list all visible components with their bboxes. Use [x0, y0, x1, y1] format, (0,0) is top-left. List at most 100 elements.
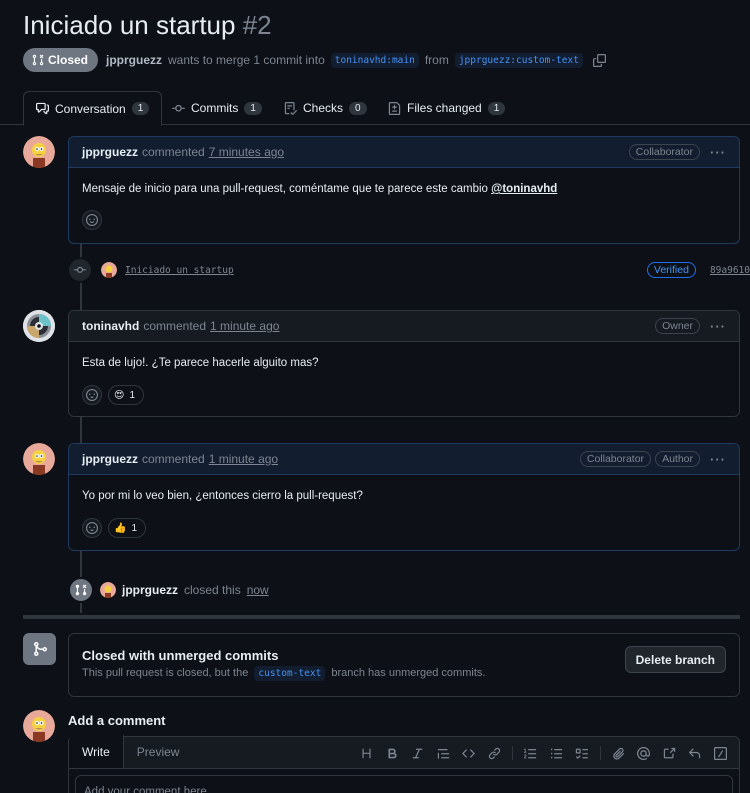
pr-number: #2	[242, 10, 272, 40]
head-branch[interactable]: jpprguezz:custom-text	[454, 52, 583, 68]
reaction-pill[interactable]: 👍 1	[108, 518, 147, 538]
comment-editor: Write Preview Add your comment here...	[68, 735, 740, 793]
commit-icon	[172, 104, 185, 112]
comment-text: Yo por mi lo veo bien, ¿entonces cierro …	[82, 490, 363, 502]
copy-icon[interactable]	[592, 53, 606, 67]
tab-count: 1	[244, 101, 262, 115]
comment-discussion-icon	[36, 102, 49, 115]
comment-author[interactable]: toninavhd	[82, 319, 139, 333]
avatar[interactable]	[100, 582, 116, 598]
tab-write[interactable]: Write	[69, 735, 124, 768]
reaction-count: 1	[131, 522, 138, 534]
code-icon[interactable]	[456, 739, 482, 767]
reaction-pill[interactable]: 😍 1	[108, 385, 144, 405]
verified-badge[interactable]: Verified	[646, 262, 696, 278]
comment-timestamp[interactable]: 1 minute ago	[209, 452, 278, 466]
mention-icon[interactable]	[631, 739, 657, 767]
kebab-menu-icon[interactable]: ···	[710, 145, 726, 160]
owner-badge: Owner	[655, 318, 700, 334]
author-badge: Author	[655, 451, 700, 467]
comment-verb: commented	[143, 319, 207, 333]
comment-text: Mensaje de inicio para una pull-request,…	[82, 183, 488, 195]
ordered-list-icon[interactable]	[518, 739, 544, 767]
comment-header: jpprguezz commented 1 minute ago Collabo…	[69, 444, 739, 475]
comment-header: jpprguezz commented 7 minutes ago Collab…	[69, 137, 739, 168]
add-reaction-icon[interactable]	[82, 210, 102, 230]
comment-timestamp[interactable]: 1 minute ago	[210, 319, 279, 333]
checklist-icon	[284, 101, 297, 115]
file-diff-icon	[388, 101, 401, 115]
tab-label: Conversation	[55, 101, 126, 116]
italic-icon[interactable]	[405, 739, 431, 767]
tab-commits[interactable]: Commits 1	[160, 91, 274, 125]
avatar[interactable]	[23, 443, 55, 475]
collaborator-badge: Collaborator	[579, 451, 652, 467]
avatar[interactable]	[101, 262, 117, 278]
comment-author[interactable]: jpprguezz	[82, 452, 138, 466]
event-time[interactable]: now	[247, 583, 269, 597]
merge-sub-text: This pull request is closed, but the	[82, 667, 249, 679]
pr-title: Iniciado un startup	[23, 10, 236, 40]
tab-label: Files changed	[407, 101, 482, 115]
timeline-divider	[23, 615, 740, 619]
comment-body: Yo por mi lo veo bien, ¿entonces cierro …	[69, 475, 739, 505]
tab-preview[interactable]: Preview	[124, 736, 193, 768]
git-commit-icon	[67, 257, 93, 283]
add-reaction-icon[interactable]	[82, 518, 102, 538]
commit-message[interactable]: Iniciado un startup	[125, 265, 234, 276]
comment-card: toninavhd commented 1 minute ago Owner ·…	[68, 310, 740, 417]
tab-conversation[interactable]: Conversation 1	[23, 91, 163, 126]
status-badge: Closed	[23, 48, 99, 72]
quote-icon[interactable]	[431, 739, 457, 767]
comment-timestamp[interactable]: 7 minutes ago	[209, 145, 284, 159]
from-text: from	[424, 53, 449, 67]
heading-icon[interactable]	[354, 739, 380, 767]
bold-icon[interactable]	[380, 739, 406, 767]
git-branch-icon	[23, 633, 56, 665]
tab-checks[interactable]: Checks 0	[272, 91, 379, 125]
comment-header: toninavhd commented 1 minute ago Owner ·…	[69, 311, 739, 342]
tab-count: 1	[487, 101, 506, 115]
comment-card: jpprguezz commented 7 minutes ago Collab…	[68, 136, 740, 244]
base-branch[interactable]: toninavhd:main	[330, 52, 419, 68]
toolbar-separator	[599, 746, 601, 760]
heart-eyes-emoji-icon: 😍	[114, 389, 125, 401]
comment-author[interactable]: jpprguezz	[82, 145, 138, 159]
unordered-list-icon[interactable]	[544, 739, 570, 767]
event-actor[interactable]: jpprguezz	[122, 583, 178, 597]
closed-event: jpprguezz closed this now	[68, 577, 269, 603]
tab-count: 1	[131, 102, 150, 115]
cross-reference-icon[interactable]	[657, 739, 683, 767]
pr-tabs: Conversation 1 Commits 1 Checks 0 Files …	[0, 91, 750, 126]
kebab-menu-icon[interactable]: ···	[710, 319, 726, 334]
avatar[interactable]	[23, 136, 55, 168]
tab-count: 0	[349, 101, 367, 115]
comment-textarea[interactable]: Add your comment here...	[75, 775, 733, 793]
paperclip-icon[interactable]	[606, 739, 632, 767]
link-icon[interactable]	[482, 739, 508, 767]
reply-icon[interactable]	[682, 739, 708, 767]
kebab-menu-icon[interactable]: ···	[710, 452, 726, 467]
comment-text: Esta de lujo!. ¿Te parece hacerle alguit…	[82, 357, 319, 369]
merge-sub-text: branch has unmerged commits.	[331, 667, 486, 679]
pr-author-link[interactable]: jpprguezz	[106, 53, 162, 67]
event-text: closed this	[184, 583, 241, 597]
comment-body: Esta de lujo!. ¿Te parece hacerle alguit…	[69, 342, 739, 372]
reactions: 😍 1	[69, 372, 739, 418]
editor-tabs: Write Preview	[69, 735, 739, 769]
comment-card: jpprguezz commented 1 minute ago Collabo…	[68, 443, 740, 551]
delete-branch-button[interactable]: Delete branch	[624, 646, 726, 673]
pr-meta: Closed jpprguezz wants to merge 1 commit…	[23, 48, 606, 72]
reactions	[69, 198, 739, 243]
user-mention[interactable]: @toninavhd	[491, 183, 557, 195]
commit-sha[interactable]: 89a9610	[710, 265, 750, 276]
add-reaction-icon[interactable]	[82, 385, 102, 405]
avatar[interactable]	[23, 310, 55, 342]
slash-command-icon[interactable]	[708, 739, 734, 767]
comment-body: Mensaje de inicio para una pull-request,…	[69, 168, 739, 198]
task-list-icon[interactable]	[569, 739, 595, 767]
avatar[interactable]	[23, 710, 55, 742]
reaction-count: 1	[129, 389, 135, 401]
tab-files-changed[interactable]: Files changed 1	[376, 91, 517, 125]
branch-name[interactable]: custom-text	[254, 666, 326, 681]
